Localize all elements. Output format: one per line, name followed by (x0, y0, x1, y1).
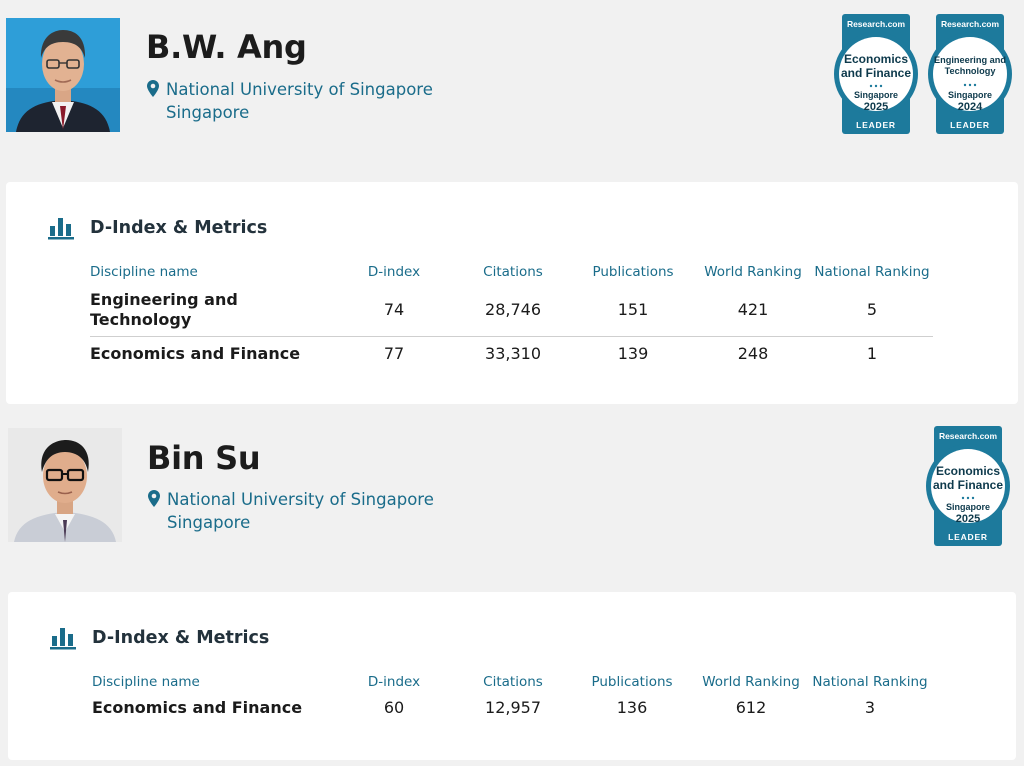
award-badge-economics-2025[interactable]: Research.com Economics and Finance Singa… (832, 14, 920, 134)
col-header-dindex: D-index (367, 264, 421, 280)
svg-text:Engineering and: Engineering and (934, 55, 1006, 65)
country-link[interactable]: Singapore (167, 511, 434, 534)
col-header-publications: Publications (592, 264, 674, 280)
col-header-world-ranking: World Ranking (702, 674, 800, 690)
citations-value: 12,957 (485, 698, 541, 717)
world-ranking-value[interactable]: 612 (736, 698, 767, 717)
dindex-value: 77 (383, 344, 405, 363)
svg-text:LEADER: LEADER (950, 120, 990, 130)
col-header-national-ranking: National Ranking (814, 264, 930, 280)
citations-value: 33,310 (485, 344, 541, 363)
svg-text:LEADER: LEADER (856, 120, 896, 130)
dindex-value: 60 (383, 698, 405, 717)
col-header-world-ranking: World Ranking (704, 264, 802, 280)
publications-value: 136 (616, 698, 648, 717)
metrics-card: D-Index & Metrics Discipline name D-inde… (8, 592, 1016, 760)
badge-site: Research.com (847, 19, 906, 29)
metrics-card: D-Index & Metrics Discipline name D-inde… (6, 182, 1018, 404)
affiliation: National University of Singapore Singapo… (148, 488, 434, 534)
svg-text:and Finance: and Finance (841, 66, 911, 80)
col-header-national-ranking: National Ranking (812, 674, 928, 690)
svg-text:2024: 2024 (958, 101, 983, 113)
bar-chart-icon (50, 628, 76, 650)
discipline-name[interactable]: Economics and Finance (90, 344, 350, 364)
col-header-discipline: Discipline name (92, 674, 200, 690)
avatar-ang (6, 18, 120, 132)
svg-text:2025: 2025 (956, 513, 980, 525)
svg-text:Economics: Economics (844, 52, 908, 66)
discipline-name[interactable]: Economics and Finance (92, 698, 352, 718)
award-badge-engineering-2024[interactable]: Research.com Engineering and Technology … (926, 14, 1014, 134)
affiliation: National University of Singapore Singapo… (147, 78, 433, 124)
svg-text:Economics: Economics (936, 464, 1000, 478)
world-ranking-value[interactable]: 248 (738, 344, 769, 363)
metrics-title: D-Index & Metrics (92, 628, 270, 648)
map-pin-icon (147, 80, 159, 97)
row-divider (90, 336, 933, 337)
col-header-citations: Citations (483, 264, 543, 280)
avatar-su (8, 428, 122, 542)
university-link[interactable]: National University of Singapore (166, 78, 433, 101)
researcher-name[interactable]: B.W. Ang (146, 28, 307, 66)
metrics-title: D-Index & Metrics (90, 218, 268, 238)
svg-text:Technology: Technology (945, 66, 997, 76)
svg-text:Singapore: Singapore (948, 90, 992, 100)
col-header-publications: Publications (591, 674, 673, 690)
publications-value: 139 (617, 344, 649, 363)
bar-chart-icon (48, 218, 74, 240)
svg-text:Research.com: Research.com (941, 19, 1000, 29)
researcher-name[interactable]: Bin Su (147, 439, 261, 477)
svg-text:Singapore: Singapore (946, 502, 990, 512)
discipline-name[interactable]: Engineering and Technology (90, 290, 250, 330)
profile-ang: B.W. Ang National University of Singapor… (0, 0, 1024, 410)
svg-text:and Finance: and Finance (933, 478, 1003, 492)
university-link[interactable]: National University of Singapore (167, 488, 434, 511)
svg-text:LEADER: LEADER (948, 532, 988, 542)
map-pin-icon (148, 490, 160, 507)
col-header-discipline: Discipline name (90, 264, 198, 280)
world-ranking-value[interactable]: 421 (738, 300, 769, 319)
national-ranking-value[interactable]: 1 (867, 344, 877, 363)
svg-text:2025: 2025 (864, 101, 888, 113)
profile-su: Bin Su National University of Singapore … (0, 412, 1024, 766)
dindex-value: 74 (383, 300, 405, 319)
col-header-citations: Citations (483, 674, 543, 690)
national-ranking-value[interactable]: 5 (867, 300, 877, 319)
country-link[interactable]: Singapore (166, 101, 433, 124)
national-ranking-value[interactable]: 3 (865, 698, 875, 717)
col-header-dindex: D-index (367, 674, 421, 690)
award-badge-economics-2025[interactable]: Research.com Economics and Finance Singa… (924, 426, 1012, 546)
citations-value: 28,746 (485, 300, 541, 319)
svg-text:Singapore: Singapore (854, 90, 898, 100)
svg-text:Research.com: Research.com (939, 431, 998, 441)
publications-value: 151 (617, 300, 649, 319)
